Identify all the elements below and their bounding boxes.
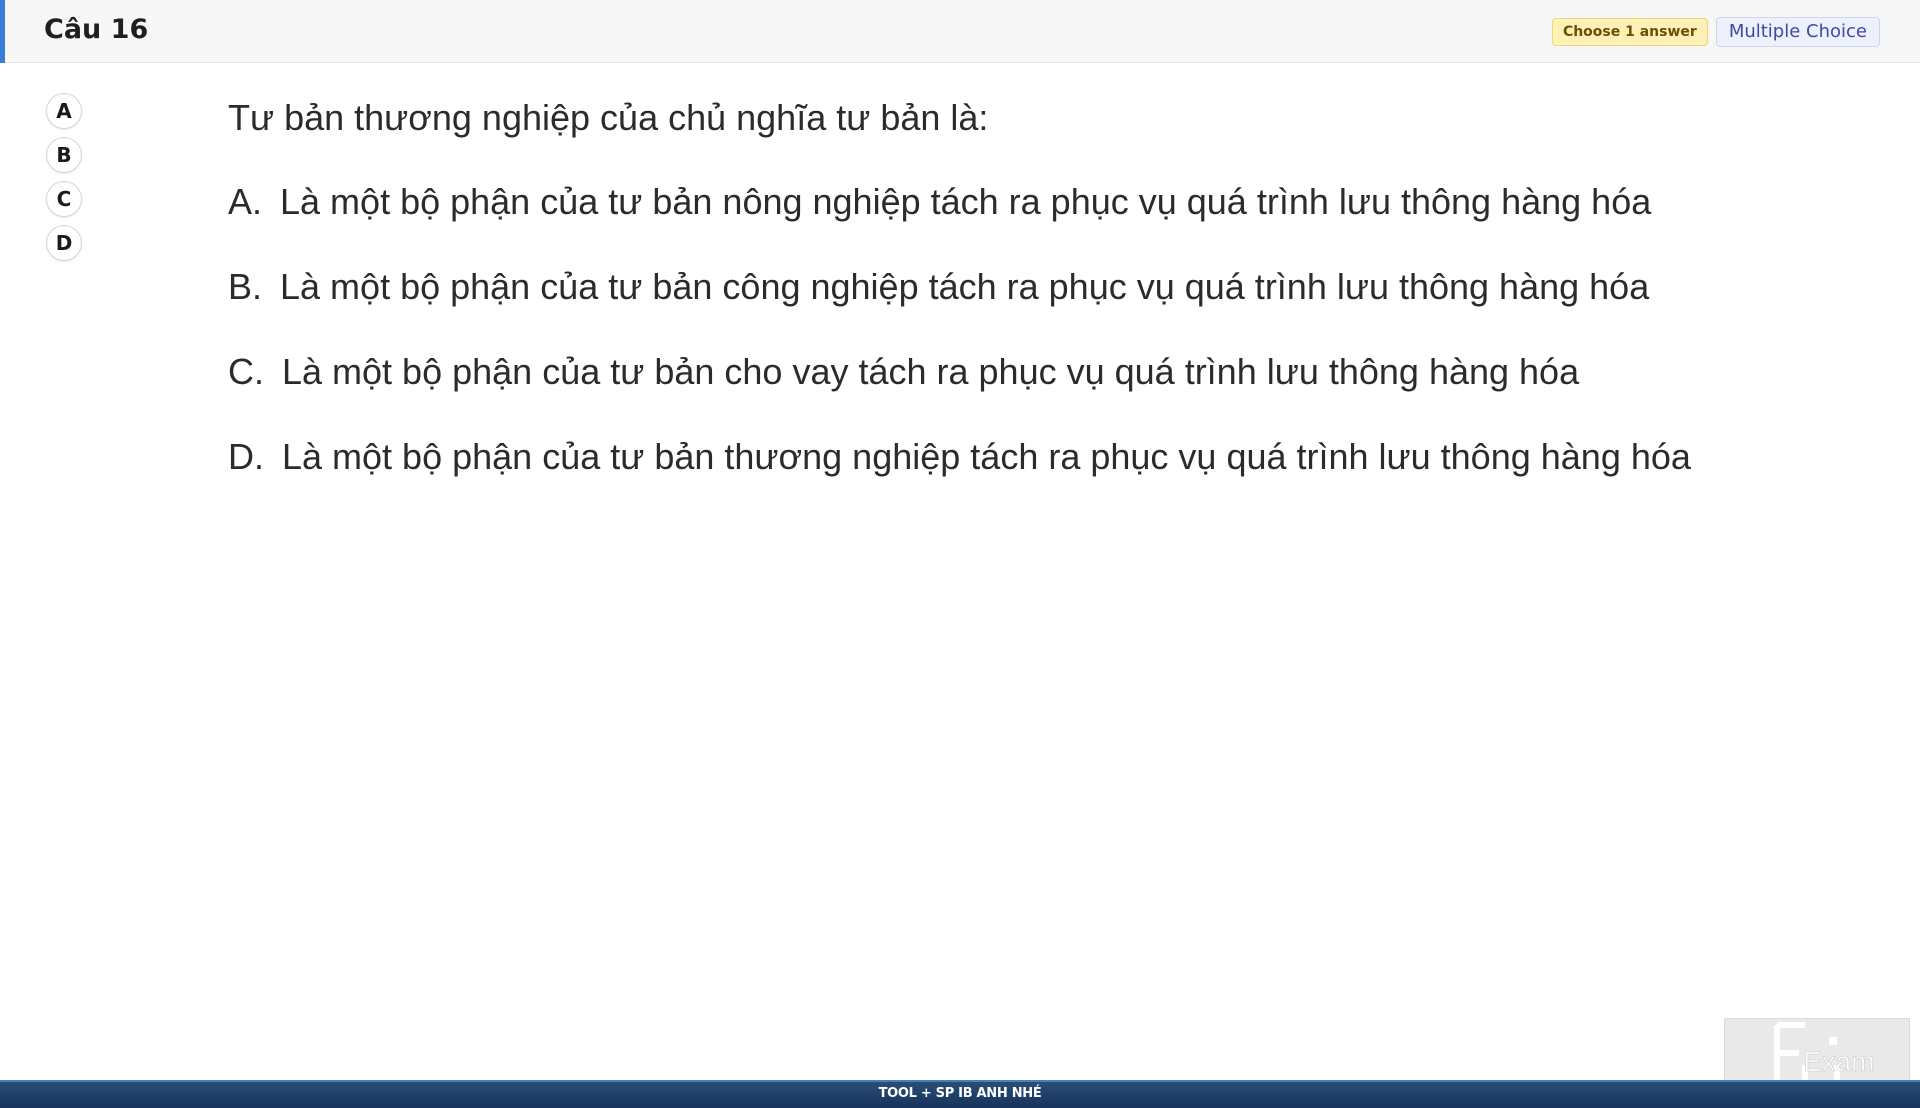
question-stem: Tư bản thương nghiệp của chủ nghĩa tư bả… — [228, 97, 989, 138]
question-content: Tư bản thương nghiệp của chủ nghĩa tư bả… — [228, 90, 1788, 514]
question-badges: Choose 1 answer Multiple Choice — [1551, 17, 1880, 47]
question-type-badge: Multiple Choice — [1715, 17, 1880, 47]
option-letter: A. — [228, 181, 263, 222]
answer-option-b-button[interactable]: B — [46, 137, 82, 173]
logo-text: Exam — [1803, 1046, 1875, 1077]
header-accent-bar — [0, 0, 5, 63]
question-option-d: D. Là một bộ phận của tư bản thương nghiệ… — [228, 429, 1788, 485]
answer-option-c-button[interactable]: C — [46, 181, 82, 217]
choose-answer-badge: Choose 1 answer — [1551, 18, 1708, 46]
option-text: Là một bộ phận của tư bản thương nghiệp … — [282, 436, 1691, 477]
footer-bar: TOOL + SP IB ANH NHÉ — [0, 1080, 1920, 1108]
question-option-a: A. Là một bộ phận của tư bản nông nghiệp … — [228, 174, 1788, 230]
option-letter: D. — [228, 436, 264, 477]
option-letter: B. — [228, 266, 263, 307]
answer-option-a-button[interactable]: A — [46, 93, 82, 129]
option-text: Là một bộ phận của tư bản cho vay tách r… — [282, 351, 1580, 392]
footer-text: TOOL + SP IB ANH NHÉ — [878, 1086, 1042, 1101]
question-option-c: C. Là một bộ phận của tư bản cho vay tách… — [228, 344, 1788, 400]
answer-option-d-button[interactable]: D — [46, 225, 82, 261]
question-option-b: B. Là một bộ phận của tư bản công nghiệp … — [228, 259, 1788, 315]
answer-selector-list: A B C D — [46, 93, 86, 269]
option-text: Là một bộ phận của tư bản công nghiệp tá… — [280, 266, 1650, 307]
option-text: Là một bộ phận của tư bản nông nghiệp tá… — [280, 181, 1652, 222]
option-letter: C. — [228, 351, 264, 392]
question-header: Câu 16 Choose 1 answer Multiple Choice — [0, 0, 1920, 63]
question-number-title: Câu 16 — [44, 14, 149, 45]
exam-page: Câu 16 Choose 1 answer Multiple Choice A… — [0, 0, 1920, 1108]
